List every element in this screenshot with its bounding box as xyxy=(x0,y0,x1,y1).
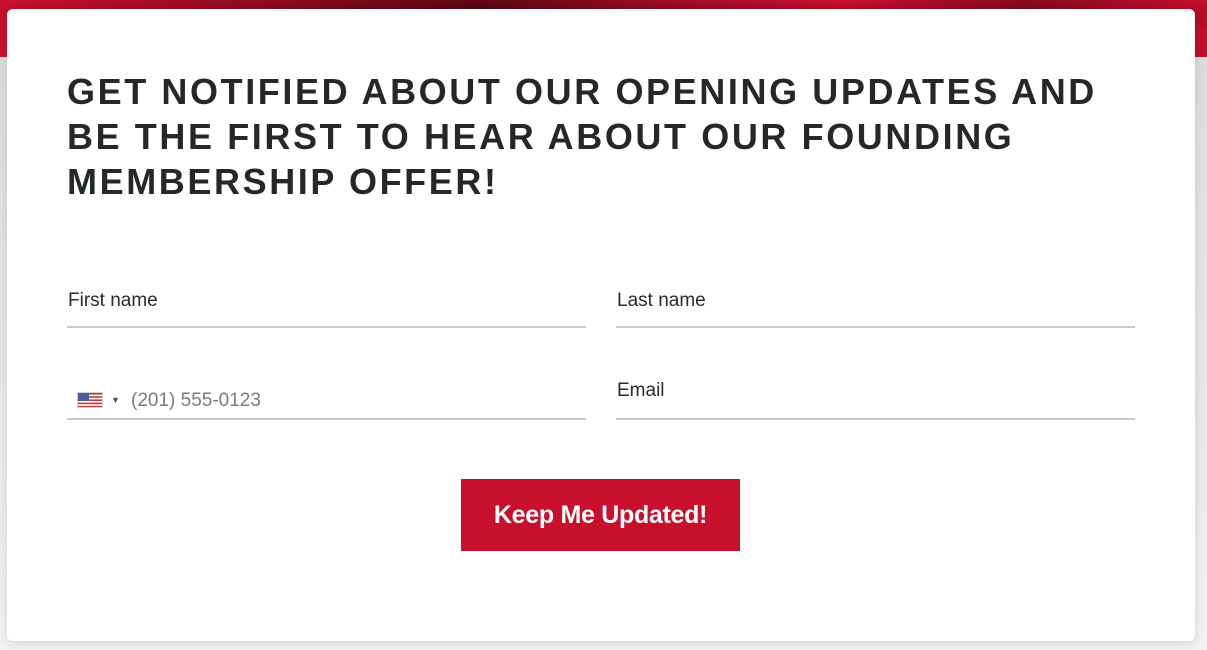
first-name-label: First name xyxy=(68,290,158,311)
last-name-field[interactable]: Last name xyxy=(616,278,1135,328)
keep-me-updated-button[interactable]: Keep Me Updated! xyxy=(461,479,740,551)
email-field[interactable]: Email xyxy=(616,370,1135,420)
caret-down-icon: ▼ xyxy=(111,395,120,405)
email-label: Email xyxy=(617,380,665,401)
phone-input[interactable] xyxy=(131,388,571,414)
phone-field: ▼ xyxy=(67,370,586,420)
signup-card: GET NOTIFIED ABOUT OUR OPENING UPDATES A… xyxy=(7,9,1195,641)
last-name-label: Last name xyxy=(617,290,706,311)
first-name-field[interactable]: First name xyxy=(67,278,586,328)
us-flag-icon xyxy=(77,392,103,408)
form-headline: GET NOTIFIED ABOUT OUR OPENING UPDATES A… xyxy=(67,71,1097,202)
country-code-selector[interactable]: ▼ xyxy=(77,390,120,410)
